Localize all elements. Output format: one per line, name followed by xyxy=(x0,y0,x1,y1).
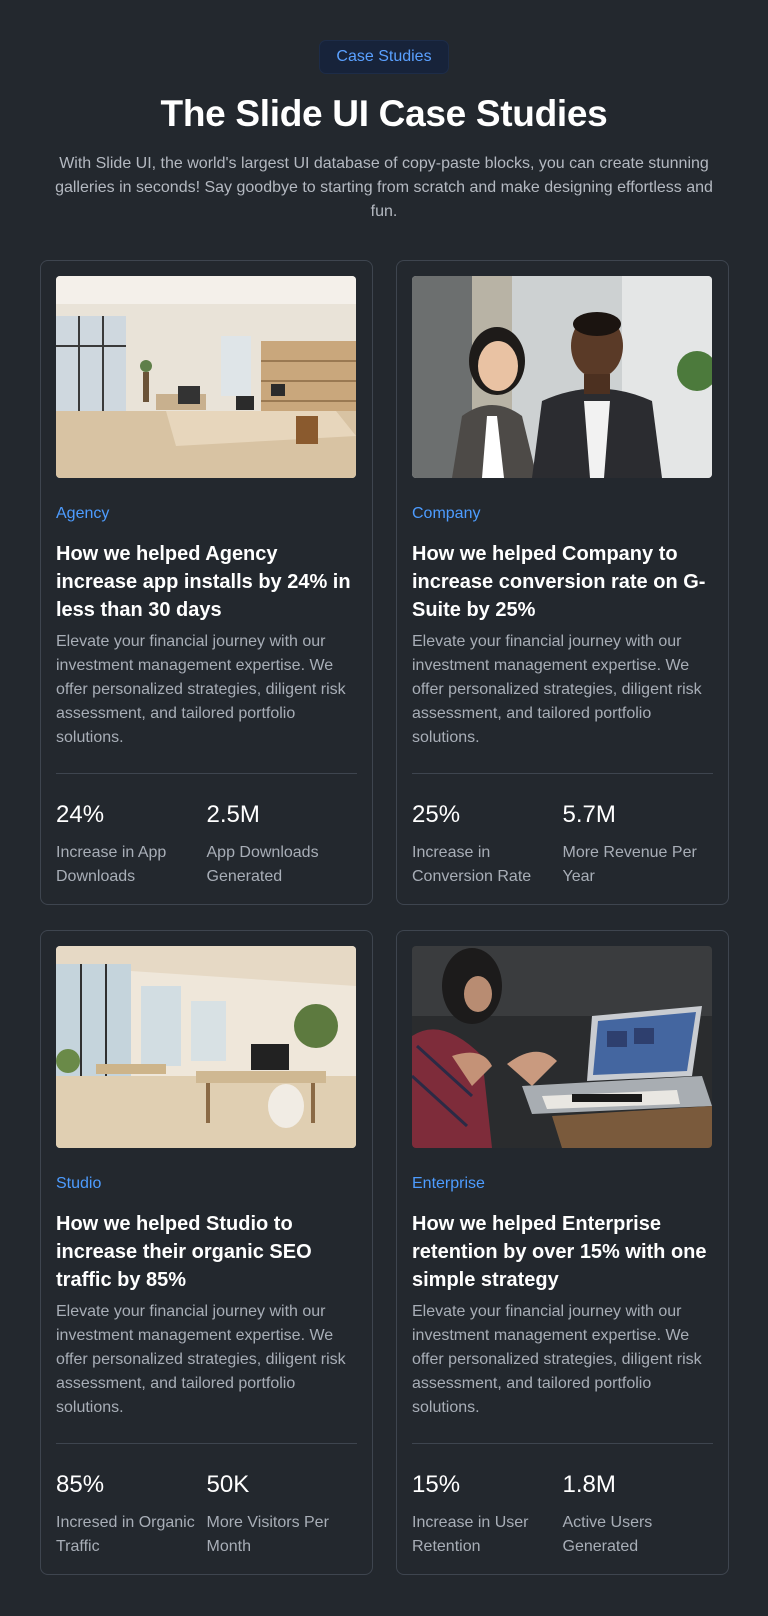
case-study-card-company[interactable]: Company How we helped Company to increas… xyxy=(396,260,729,905)
stat-item: 5.7M More Revenue Per Year xyxy=(563,801,714,889)
section-header: Case Studies The Slide UI Case Studies W… xyxy=(0,0,768,224)
office-interior-image xyxy=(56,276,356,478)
case-study-card-enterprise[interactable]: Enterprise How we helped Enterprise rete… xyxy=(396,930,729,1575)
case-study-title[interactable]: How we helped Studio to increase their o… xyxy=(56,1210,357,1294)
case-study-title[interactable]: How we helped Agency increase app instal… xyxy=(56,540,357,624)
category-tag[interactable]: Enterprise xyxy=(412,1174,713,1194)
stat-item: 25% Increase in Conversion Rate xyxy=(412,801,563,889)
stat-label: Increase in Conversion Rate xyxy=(412,844,532,885)
stat-value: 2.5M xyxy=(206,801,260,828)
stats-row: 15% Increase in User Retention 1.8M Acti… xyxy=(412,1471,713,1559)
stat-value: 24% xyxy=(56,801,105,828)
meeting-laptop-image xyxy=(412,946,712,1148)
stat-label: Active Users Generated xyxy=(562,1514,653,1555)
stat-value: 50K xyxy=(206,1471,250,1498)
case-study-description: Elevate your financial journey with our … xyxy=(412,633,702,746)
stat-item: 24% Increase in App Downloads xyxy=(56,801,207,889)
stat-item: 15% Increase in User Retention xyxy=(412,1471,563,1559)
case-study-card-agency[interactable]: Agency How we helped Agency increase app… xyxy=(40,260,373,905)
category-tag[interactable]: Studio xyxy=(56,1174,357,1194)
stat-item: 50K More Visitors Per Month xyxy=(207,1471,358,1559)
page-subtitle: With Slide UI, the world's largest UI da… xyxy=(55,155,713,220)
studio-office-image xyxy=(56,946,356,1148)
stat-label: Incresed in Organic Traffic xyxy=(56,1514,195,1555)
stat-value: 15% xyxy=(412,1471,461,1498)
stat-value: 85% xyxy=(56,1471,105,1498)
case-study-title[interactable]: How we helped Enterprise retention by ov… xyxy=(412,1210,713,1294)
stat-value: 1.8M xyxy=(562,1471,616,1498)
stat-label: App Downloads Generated xyxy=(206,844,319,885)
category-tag[interactable]: Company xyxy=(412,504,713,524)
stats-row: 24% Increase in App Downloads 2.5M App D… xyxy=(56,801,357,889)
page-title: The Slide UI Case Studies xyxy=(160,93,608,134)
case-study-description: Elevate your financial journey with our … xyxy=(56,633,346,746)
stat-value: 25% xyxy=(412,801,461,828)
stat-value: 5.7M xyxy=(562,801,616,828)
divider xyxy=(412,1443,713,1444)
divider xyxy=(56,773,357,774)
stat-label: Increase in App Downloads xyxy=(56,844,167,885)
category-tag[interactable]: Agency xyxy=(56,504,357,524)
case-study-description: Elevate your financial journey with our … xyxy=(412,1303,702,1416)
divider xyxy=(56,1443,357,1444)
stat-item: 2.5M App Downloads Generated xyxy=(207,801,358,889)
stat-label: Increase in User Retention xyxy=(412,1514,529,1555)
case-study-description: Elevate your financial journey with our … xyxy=(56,1303,346,1416)
case-studies-badge: Case Studies xyxy=(319,40,449,74)
case-study-card-studio[interactable]: Studio How we helped Studio to increase … xyxy=(40,930,373,1575)
business-people-image xyxy=(412,276,712,478)
stat-label: More Visitors Per Month xyxy=(206,1514,329,1555)
divider xyxy=(412,773,713,774)
stat-label: More Revenue Per Year xyxy=(562,844,697,885)
stat-item: 1.8M Active Users Generated xyxy=(563,1471,714,1559)
case-studies-page: Case Studies The Slide UI Case Studies W… xyxy=(0,0,768,1616)
stats-row: 25% Increase in Conversion Rate 5.7M Mor… xyxy=(412,801,713,889)
case-study-title[interactable]: How we helped Company to increase conver… xyxy=(412,540,713,624)
stats-row: 85% Incresed in Organic Traffic 50K More… xyxy=(56,1471,357,1559)
stat-item: 85% Incresed in Organic Traffic xyxy=(56,1471,207,1559)
